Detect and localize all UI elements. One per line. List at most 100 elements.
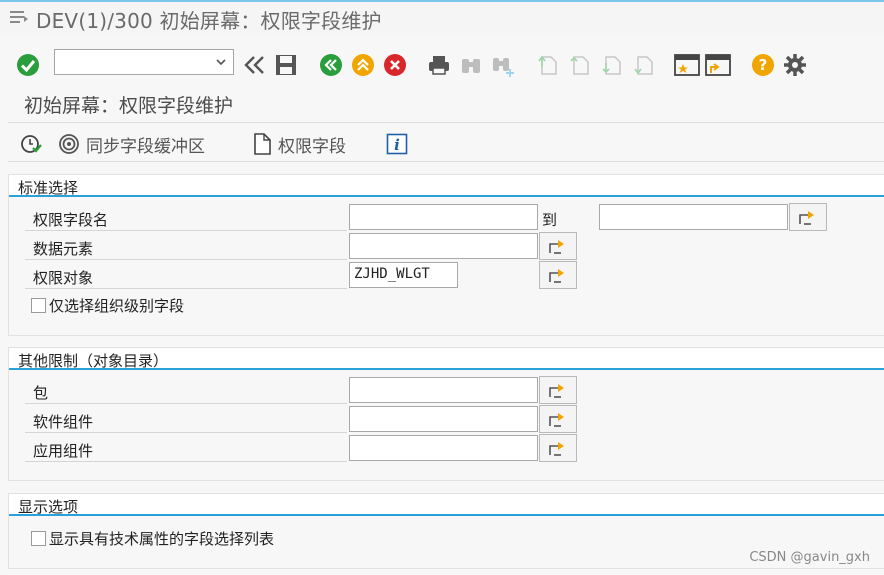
back-icon	[320, 54, 342, 76]
find-icon	[462, 59, 480, 73]
first-page-icon	[538, 55, 557, 75]
row-divider	[25, 230, 347, 231]
title-bar: DEV(1)/300 初始屏幕：权限字段维护	[0, 0, 884, 36]
shortcut-button[interactable]	[705, 52, 731, 78]
group-title: 其他限制（对象目录）	[18, 352, 169, 370]
multiple-selection-button[interactable]	[539, 232, 577, 260]
print-icon	[429, 56, 449, 75]
org-level-fields-checkbox[interactable]	[31, 298, 46, 313]
divider	[8, 161, 884, 162]
help-button[interactable]: ?	[750, 52, 776, 78]
last-page-button[interactable]	[631, 52, 657, 78]
next-page-icon	[602, 56, 621, 75]
print-button[interactable]	[426, 52, 452, 78]
field-label-data-element: 数据元素	[33, 240, 94, 258]
settings-icon	[784, 54, 806, 76]
back-button[interactable]	[318, 52, 344, 78]
technical-attributes-label: 显示具有技术属性的字段选择列表	[49, 530, 275, 548]
find-button[interactable]	[458, 52, 484, 78]
next-page-button[interactable]	[599, 52, 625, 78]
execute-icon	[21, 135, 42, 153]
multiple-selection-icon	[549, 413, 564, 427]
field-label-software-component: 软件组件	[33, 413, 94, 431]
standard-selection-group: 标准选择 权限字段名 到 数据元素 权限对象 ZJHD_WLGT 仅选择组织级别…	[8, 174, 884, 336]
multiple-selection-button[interactable]	[539, 405, 577, 433]
first-page-button[interactable]	[535, 52, 561, 78]
org-level-fields-label: 仅选择组织级别字段	[49, 297, 185, 315]
svg-text:i: i	[394, 136, 400, 154]
confirm-icon	[17, 54, 39, 76]
multiple-selection-icon	[549, 240, 564, 254]
multiple-selection-button[interactable]	[539, 261, 577, 289]
group-title: 标准选择	[18, 179, 79, 197]
exit-button[interactable]	[350, 52, 376, 78]
menu-icon[interactable]	[10, 10, 28, 24]
window-title: DEV(1)/300 初始屏幕：权限字段维护	[36, 9, 382, 33]
authorization-object-input[interactable]: ZJHD_WLGT	[349, 262, 458, 288]
row-divider	[25, 432, 347, 433]
group-header: 标准选择	[9, 175, 884, 197]
authorization-field-button[interactable]: 权限字段	[252, 131, 346, 157]
multiple-selection-icon	[799, 211, 814, 225]
multiple-selection-icon	[549, 442, 564, 456]
row-divider	[25, 288, 347, 289]
back-arrows-icon	[244, 56, 264, 74]
row-divider	[25, 403, 347, 404]
execute-button[interactable]	[20, 131, 48, 157]
previous-page-icon	[570, 56, 589, 75]
save-icon	[276, 55, 296, 75]
document-icon	[254, 133, 271, 155]
multiple-selection-icon	[549, 269, 564, 283]
group-header: 其他限制（对象目录）	[9, 348, 884, 370]
package-input[interactable]	[349, 377, 538, 403]
find-next-button[interactable]	[490, 52, 516, 78]
other-restrictions-group: 其他限制（对象目录） 包 软件组件 应用组件	[8, 347, 884, 481]
row-divider	[25, 259, 347, 260]
sync-label: 同步字段缓冲区	[86, 136, 205, 157]
settings-button[interactable]	[782, 52, 808, 78]
info-icon: i	[386, 133, 408, 155]
shortcut-icon	[705, 54, 731, 76]
row-divider	[25, 461, 347, 462]
find-next-icon	[493, 58, 514, 77]
multiple-selection-button[interactable]	[539, 434, 577, 462]
field-label-package: 包	[33, 384, 49, 402]
help-icon: ?	[752, 54, 774, 76]
exit-icon	[352, 54, 374, 76]
authorization-field-label: 权限字段	[278, 136, 346, 157]
previous-page-button[interactable]	[567, 52, 593, 78]
svg-text:?: ?	[759, 56, 768, 74]
divider	[8, 122, 884, 123]
new-session-button[interactable]	[674, 52, 700, 78]
data-element-input[interactable]	[349, 233, 538, 259]
screen-title: 初始屏幕：权限字段维护	[24, 95, 234, 117]
watermark: CSDN @gavin_gxh	[749, 550, 870, 565]
last-page-icon	[634, 56, 653, 75]
field-label-authorization-object: 权限对象	[33, 269, 94, 287]
application-component-input[interactable]	[349, 435, 538, 461]
save-button[interactable]	[273, 52, 299, 78]
multiple-selection-button[interactable]	[789, 203, 827, 231]
group-title: 显示选项	[18, 498, 79, 516]
back-arrows-button[interactable]	[242, 52, 268, 78]
multiple-selection-icon	[549, 384, 564, 398]
technical-attributes-checkbox[interactable]	[31, 531, 46, 546]
authorization-field-name-to-input[interactable]	[599, 204, 788, 230]
dropdown-icon[interactable]	[215, 56, 227, 68]
field-label-authorization-field-name: 权限字段名	[33, 211, 109, 229]
command-field[interactable]	[54, 49, 234, 75]
multiple-selection-button[interactable]	[539, 376, 577, 404]
new-session-icon	[674, 54, 700, 76]
field-label-application-component: 应用组件	[33, 442, 94, 460]
authorization-field-name-input[interactable]	[349, 204, 538, 230]
confirm-button[interactable]	[15, 52, 41, 78]
cancel-icon	[384, 54, 406, 76]
application-toolbar: 同步字段缓冲区 权限字段 i	[0, 127, 884, 161]
info-button[interactable]: i	[386, 131, 414, 157]
group-header: 显示选项	[9, 494, 884, 516]
sync-field-buffer-button[interactable]: 同步字段缓冲区	[58, 131, 205, 157]
to-label: 到	[542, 211, 558, 229]
sync-icon	[59, 134, 79, 154]
cancel-button[interactable]	[382, 52, 408, 78]
software-component-input[interactable]	[349, 406, 538, 432]
